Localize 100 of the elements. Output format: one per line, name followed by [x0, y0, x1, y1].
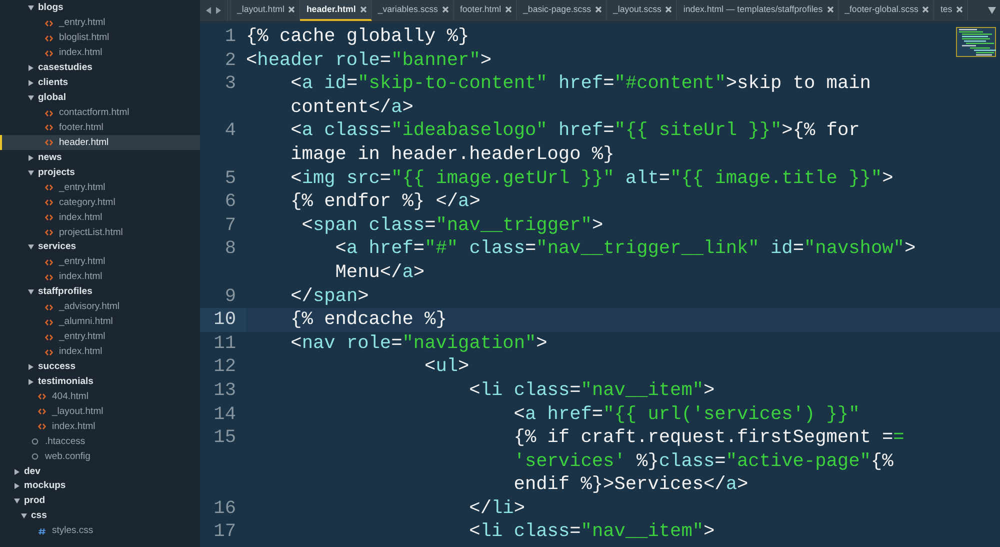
tab[interactable]: _basic-page.scss [517, 0, 607, 21]
code-icon [45, 348, 53, 356]
minimap-drawing [956, 27, 998, 58]
line-number: 4 [224, 120, 236, 142]
code-icon [45, 124, 53, 132]
code-icon [45, 199, 53, 206]
code-icon [45, 229, 53, 236]
code-line: {% endfor %} </a> [290, 190, 480, 214]
line-number: 9 [224, 286, 236, 307]
code-line: endif %}>Services</a> [514, 473, 748, 497]
folder-label[interactable]: news [38, 152, 62, 164]
code-line: <header role="banner"> [246, 48, 492, 72]
code-line: </span> [290, 284, 369, 308]
tab[interactable]: index.html — templates/staffprofiles [677, 0, 839, 21]
code-line: <ul> [424, 355, 470, 379]
back-icon[interactable] [206, 7, 211, 14]
close-icon[interactable] [442, 6, 449, 13]
folder-label[interactable]: global [38, 92, 66, 104]
line-number: 5 [224, 168, 236, 189]
code-line: </li> [469, 496, 525, 520]
code-line: content</a> [290, 96, 414, 120]
folder-label[interactable]: clients [38, 77, 68, 90]
file-row[interactable]: .htaccess [0, 434, 200, 450]
folder-label[interactable]: services [38, 241, 76, 254]
line-number: 6 [224, 191, 236, 212]
line-number: 11 [214, 332, 236, 354]
tab[interactable]: _footer-global.scss [838, 0, 934, 21]
close-icon[interactable] [595, 6, 602, 13]
code-line: <li class="nav__item"> [469, 520, 715, 544]
tab[interactable]: footer.html [454, 0, 518, 21]
file-row[interactable]: styles.css [0, 524, 200, 539]
code-icon [45, 334, 53, 341]
close-icon[interactable] [665, 6, 672, 13]
code-icon [45, 34, 53, 42]
line-number: 7 [224, 214, 236, 236]
line-number: 2 [224, 50, 236, 71]
folder-label[interactable]: casestudies [38, 62, 92, 74]
line-number: 10 [214, 309, 236, 330]
file-row[interactable]: _advisory.html [0, 300, 200, 315]
file-row[interactable]: category.html [0, 195, 200, 210]
code-icon [38, 408, 46, 416]
code-icon [45, 184, 53, 192]
close-icon[interactable] [360, 6, 367, 13]
close-icon[interactable] [826, 6, 834, 13]
file-row[interactable]: bloglist.html [0, 30, 200, 46]
file-row[interactable]: projectList.html [0, 225, 200, 240]
code-icon [45, 110, 53, 117]
code-icon [45, 304, 53, 311]
code-line: <li class="nav__item"> [469, 378, 715, 402]
file-row[interactable]: header.html [0, 135, 200, 150]
close-icon[interactable] [956, 6, 964, 13]
file-row[interactable]: _entry.html [0, 16, 200, 31]
code-icon [38, 393, 46, 400]
folder-label[interactable]: prod [24, 495, 46, 508]
line-number: 16 [214, 498, 236, 519]
code-icon [45, 258, 53, 266]
tab[interactable]: tes [934, 0, 968, 21]
file-row[interactable]: index.html [0, 344, 200, 360]
code-icon [45, 214, 53, 222]
folder-label[interactable]: staffprofiles [38, 286, 92, 298]
file-row[interactable]: _entry.html [0, 180, 200, 196]
file-row[interactable]: index.html [0, 419, 200, 434]
tab[interactable]: _variables.scss [372, 0, 454, 21]
file-row[interactable]: _entry.html [0, 254, 200, 270]
folder-label[interactable]: css [31, 510, 47, 522]
file-row[interactable]: 404.html [0, 389, 200, 404]
code-line: {% endcache %} [290, 308, 447, 332]
tab[interactable]: _layout.scss [607, 0, 678, 21]
close-icon[interactable] [505, 6, 512, 13]
folder-label[interactable]: projects [38, 166, 75, 179]
close-icon[interactable] [288, 6, 296, 13]
code-icon [38, 423, 46, 430]
code-line: <a href="{{ url('services') }}" [514, 402, 860, 426]
file-row[interactable]: footer.html [0, 120, 200, 136]
folder-label[interactable]: success [38, 360, 76, 373]
file-row[interactable]: contactform.html [0, 106, 200, 120]
code-line: <span class="nav__trigger"> [302, 214, 604, 238]
file-row[interactable]: index.html [0, 270, 200, 285]
line-number: 13 [214, 380, 236, 401]
folder-label[interactable]: testimonials [38, 376, 94, 388]
folder-label[interactable]: blogs [38, 2, 64, 14]
file-row[interactable]: index.html [0, 210, 200, 226]
line-number: 14 [214, 404, 236, 424]
file-row[interactable]: web.config [0, 449, 200, 464]
file-row[interactable]: _entry.html [0, 330, 200, 345]
code-line: {% cache globally %} [246, 25, 470, 49]
line-number: 12 [214, 356, 236, 378]
file-row[interactable]: index.html [0, 46, 200, 61]
dropdown-icon[interactable] [988, 7, 996, 14]
file-row[interactable]: _layout.html [0, 404, 200, 420]
code-line: <img src="{{ image.getUrl }}" alt="{{ image.title }}"> [290, 166, 894, 190]
close-icon[interactable] [922, 6, 930, 13]
folder-label[interactable]: dev [24, 466, 40, 478]
forward-icon[interactable] [216, 7, 221, 14]
code-icon [45, 318, 53, 326]
code-icon [45, 274, 53, 281]
file-row[interactable]: _alumni.html [0, 314, 200, 330]
tab[interactable]: header.html [300, 0, 372, 21]
code-line: <a id="skip-to-content" href="#content">skip to main [290, 72, 871, 96]
folder-label[interactable]: mockups [24, 480, 66, 492]
